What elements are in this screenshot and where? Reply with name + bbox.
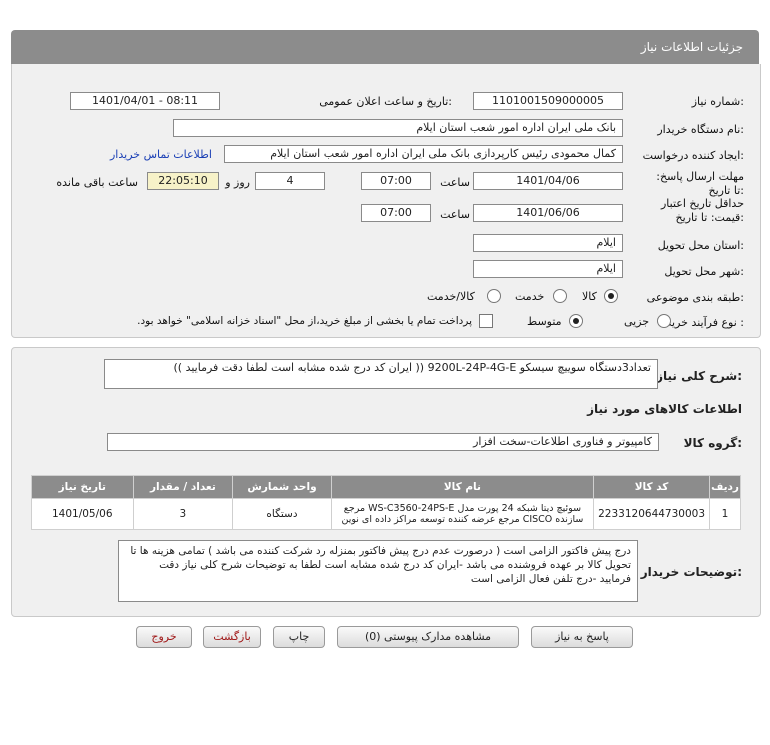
city-label: شهر محل تحویل: — [664, 265, 744, 278]
category-radio-service[interactable] — [553, 289, 567, 303]
summary-label: شرح کلی نیاز: — [656, 369, 742, 383]
goods-table-header: ردیف کد کالا نام کالا واحد شمارش تعداد /… — [31, 475, 741, 499]
deadline-date-field: 1401/04/06 — [473, 172, 623, 190]
row-qty: 3 — [132, 498, 234, 530]
buyer-field: بانک ملی ایران اداره امور شعب استان ایلا… — [173, 119, 623, 137]
creator-field: کمال محمودی رئیس کارپردازی بانک ملی ایرا… — [224, 145, 623, 163]
validity-time-label: ساعت — [440, 208, 470, 221]
buyer-label: نام دستگاه خریدار: — [657, 123, 744, 136]
buyer-notes-field: درج پیش فاکتور الزامی است ( درصورت عدم د… — [118, 540, 638, 602]
col-code: کد کالا — [593, 475, 711, 499]
process-radio-medium[interactable] — [569, 314, 583, 328]
col-unit: واحد شمارش — [232, 475, 332, 499]
city-field: ایلام — [473, 260, 623, 278]
process-option-medium: متوسط — [527, 315, 562, 328]
deadline-label: مهلت ارسال پاسخ: تا تاریخ: — [656, 170, 744, 197]
validity-label: حداقل تاریخ اعتبار قیمت: تا تاریخ: — [660, 197, 744, 224]
row-name: سوئیچ دیتا شبکه 24 پورت مدل WS-C3560-24P… — [330, 498, 595, 530]
back-button[interactable]: بازگشت — [203, 626, 261, 648]
page-title: جزئیات اطلاعات نیاز — [640, 40, 743, 54]
buyer-notes-label: توضیحات خریدار: — [640, 565, 742, 579]
announce-field: 1401/04/01 - 08:11 — [70, 92, 220, 110]
process-label: نوع فرآیند خرید : — [666, 316, 744, 329]
remaining-label: ساعت باقی مانده — [56, 176, 138, 189]
creator-label: ایجاد کننده درخواست: — [642, 149, 744, 162]
process-radio-minor[interactable] — [657, 314, 671, 328]
treasury-checkbox[interactable] — [479, 314, 493, 328]
province-field: ایلام — [473, 234, 623, 252]
goods-section-title: اطلاعات کالاهای مورد نیاز — [587, 402, 742, 416]
announce-label: تاریخ و ساعت اعلان عمومی: — [319, 95, 452, 108]
days-label: روز و — [225, 176, 250, 189]
category-radio-goods-service[interactable] — [487, 289, 501, 303]
reply-button[interactable]: پاسخ به نیاز — [531, 626, 633, 648]
category-option-service: خدمت — [515, 290, 545, 303]
treasury-note: پرداخت تمام یا بخشی از مبلغ خرید،از محل … — [137, 315, 472, 327]
goods-group-label: گروه کالا: — [683, 436, 742, 450]
validity-date-field: 1401/06/06 — [473, 204, 623, 222]
deadline-time-field: 07:00 — [361, 172, 431, 190]
goods-group-field: کامپیوتر و فناوری اطلاعات-سخت افزار — [107, 433, 659, 451]
need-number-label: شماره نیاز: — [691, 95, 744, 108]
province-label: استان محل تحویل: — [657, 239, 744, 252]
summary-field: تعداد3دستگاه سوییچ سیسکو 9200L-24P-4G-E … — [104, 359, 658, 389]
need-number-field: 1101001509000005 — [473, 92, 623, 110]
col-index: ردیف — [709, 475, 741, 499]
remaining-time-field: 22:05:10 — [147, 172, 219, 190]
category-radio-goods[interactable] — [604, 289, 618, 303]
table-row: 1 2233120644730003 سوئیچ دیتا شبکه 24 پو… — [31, 498, 741, 530]
page-header: جزئیات اطلاعات نیاز — [11, 30, 759, 64]
col-date: تاریخ نیاز — [31, 475, 134, 499]
process-option-minor: جزیی — [624, 315, 650, 328]
exit-button[interactable]: خروج — [136, 626, 192, 648]
print-button[interactable]: چاپ — [273, 626, 325, 648]
deadline-days-field: 4 — [255, 172, 325, 190]
row-code: 2233120644730003 — [593, 498, 711, 530]
category-label: طبقه بندی موضوعی: — [646, 291, 744, 304]
deadline-time-label: ساعت — [440, 176, 470, 189]
validity-time-field: 07:00 — [361, 204, 431, 222]
row-index: 1 — [709, 498, 741, 530]
col-qty: تعداد / مقدار — [132, 475, 234, 499]
row-unit: دستگاه — [232, 498, 332, 530]
col-name: نام کالا — [330, 475, 595, 499]
category-option-goods-service: کالا/خدمت — [427, 290, 475, 303]
goods-table: ردیف کد کالا نام کالا واحد شمارش تعداد /… — [31, 475, 741, 530]
buyer-contact-link[interactable]: اطلاعات تماس خریدار — [110, 148, 212, 161]
category-option-goods: کالا — [582, 290, 597, 303]
row-date: 1401/05/06 — [31, 498, 134, 530]
attachments-button[interactable]: مشاهده مدارک پیوستی (0) — [337, 626, 519, 648]
